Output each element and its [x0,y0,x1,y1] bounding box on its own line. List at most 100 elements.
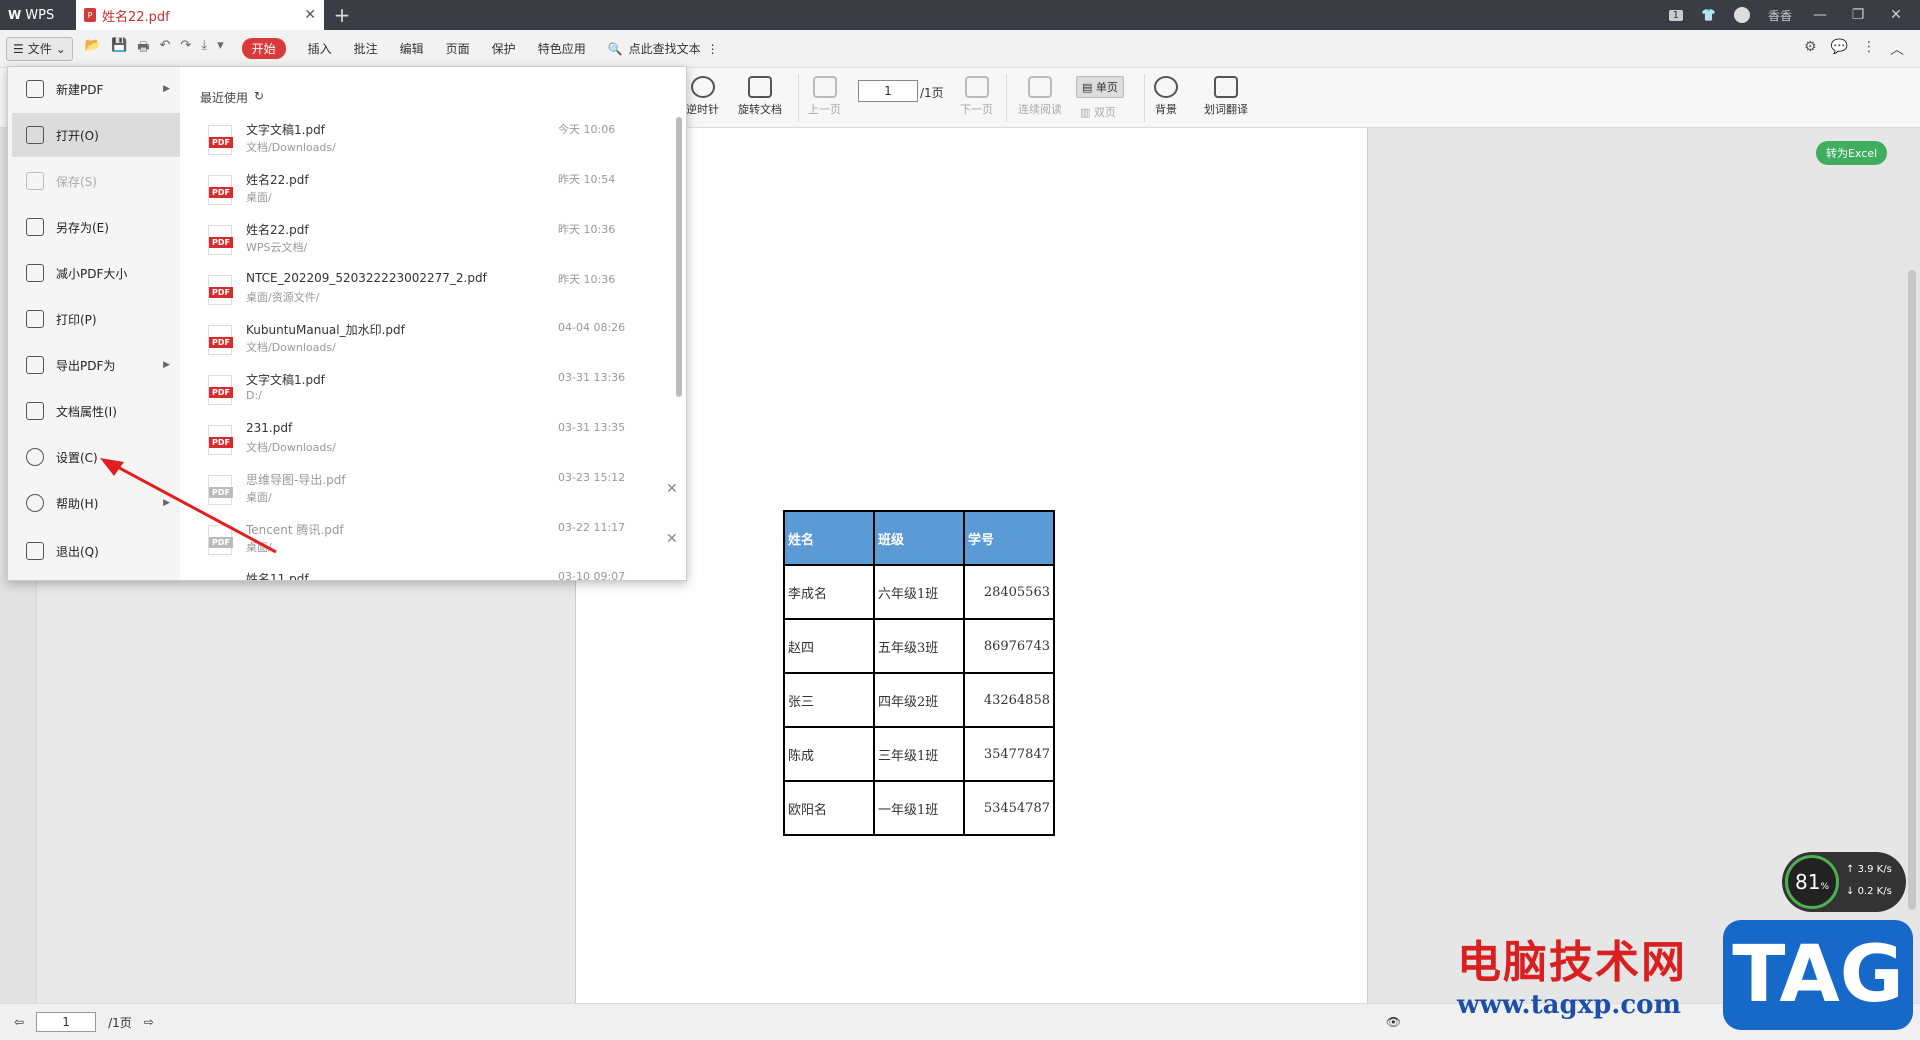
new-tab-button[interactable]: + [324,3,360,27]
download-speed-value: 0.2 [1857,886,1874,897]
undo-icon[interactable]: ↶ [160,38,171,60]
recent-file-item[interactable]: PDF Tencent 腾讯.pdf 桌面/ 03-22 11:17 ✕ [208,521,678,569]
refresh-icon[interactable]: ↻ [254,89,264,106]
rotate-ccw-icon [690,76,715,98]
table-cell: 张三 [783,672,875,728]
tab-features[interactable]: 特色应用 [538,40,586,57]
background-button[interactable]: 背景 [1154,76,1178,117]
tab-edit[interactable]: 编辑 [400,40,424,57]
pdf-file-icon: PDF [208,375,233,405]
tab-protect[interactable]: 保护 [492,40,516,57]
pdf-file-icon: PDF [208,325,233,355]
single-page-button[interactable]: ▤ 单页 [1076,76,1124,98]
tab-annotate[interactable]: 批注 [354,40,378,57]
recent-file-name: 姓名22.pdf [246,223,309,237]
minimize-icon[interactable]: — [1810,7,1830,23]
prev-page-button[interactable]: 上一页 [808,76,841,117]
pdf-icon-label: PDF [209,437,233,448]
recent-file-item[interactable]: PDF 文字文稿1.pdf D:/ 03-31 13:36 [208,371,668,419]
recent-file-item[interactable]: PDF NTCE_202209_520322223002277_2.pdf 桌面… [208,271,668,319]
recent-file-item[interactable]: 姓名11.pdf 03-10 09:07 [208,570,668,580]
eye-icon[interactable]: 👁 [1386,1015,1401,1029]
restore-icon[interactable]: ❐ [1848,7,1868,23]
recent-file-item[interactable]: PDF 文字文稿1.pdf 文档/Downloads/ 今天 10:06 [208,121,668,169]
document-scrollbar[interactable] [1908,270,1916,910]
avatar[interactable] [1733,7,1750,23]
rotate-ccw-button[interactable]: 逆时针 [686,76,719,117]
reduce-pdf-size-item[interactable]: 减小PDF大小 [12,251,180,295]
recent-file-item[interactable]: PDF 姓名22.pdf WPS云文档/ 昨天 10:36 [208,221,668,269]
print-icon [26,310,44,328]
more-chevron-icon[interactable]: ▾ [217,38,224,60]
recent-file-time: 03-31 13:36 [558,371,626,384]
recent-file-item[interactable]: PDF 姓名22.pdf 桌面/ 昨天 10:54 [208,171,668,219]
find-text-search[interactable]: 🔍 点此查找文本 ⋮ [608,40,719,57]
export-pdf-item[interactable]: 导出PDF为 ▶ [12,343,180,387]
save-item[interactable]: 保存(S) [12,159,180,203]
next-page-button[interactable]: 下一页 [960,76,993,117]
rotate-document-button[interactable]: 旋转文档 [738,76,782,117]
document-properties-item[interactable]: 文档属性(I) [12,389,180,433]
network-speed-widget[interactable]: 81% ↑ 3.9 K/s ↓ 0.2 K/s [1782,852,1906,912]
close-tab-icon[interactable]: ✕ [304,7,316,23]
redo-icon[interactable]: ↷ [180,38,191,60]
new-pdf-item[interactable]: 新建PDF ▶ [12,67,180,111]
save-icon[interactable]: 💾 [111,38,127,60]
recent-files-scrollbar[interactable] [676,117,682,397]
export-icon[interactable]: ⤓ [201,38,207,60]
table-row: 陈成 三年级1班 35477847 [783,726,1055,782]
cpu-usage-value: 81 [1794,870,1821,894]
tab-insert[interactable]: 插入 [308,40,332,57]
watermark-tag-logo: TAG [1723,920,1913,1030]
collapse-ribbon-icon[interactable]: ︿ [1890,39,1904,59]
window-count-badge[interactable]: 1 [1668,9,1684,21]
save-as-item[interactable]: 另存为(E) [12,205,180,249]
new-pdf-icon [26,80,44,98]
double-page-button[interactable]: ▥ 双页 [1080,104,1116,120]
recent-file-item[interactable]: PDF 思维导图-导出.pdf 桌面/ 03-23 15:12 ✕ [208,471,678,519]
open-item[interactable]: 打开(O) [12,113,180,157]
comment-icon[interactable]: 💬 [1831,39,1848,59]
convert-to-excel-button[interactable]: 转为Excel [1816,141,1888,165]
remove-recent-icon[interactable]: ✕ [666,531,678,547]
translate-button[interactable]: 划词翻译 [1204,76,1248,117]
table-cell: 赵四 [783,618,875,674]
status-page-input[interactable]: 1 [36,1012,97,1032]
exit-item[interactable]: 退出(Q) [12,529,180,573]
download-speed: ↓ 0.2 K/s [1846,886,1892,897]
document-tab[interactable]: P 姓名22.pdf ✕ [76,0,324,30]
settings-label: 设置(C) [56,450,98,465]
moon-icon [1154,76,1178,98]
continuous-read-button[interactable]: 连续阅读 [1018,76,1062,117]
recent-file-path: D:/ [246,389,262,402]
settings-item[interactable]: 设置(C) [12,435,180,479]
open-folder-icon[interactable]: 📂 [85,38,101,60]
file-menu-button[interactable]: ☰ 文件 ⌄ [6,36,73,61]
tab-page[interactable]: 页面 [446,40,470,57]
page-number-input[interactable]: 1 [858,80,918,102]
print-icon[interactable]: 🖶 [137,38,149,60]
next-page-icon[interactable]: ⇨ [144,1015,154,1029]
table-header: 班级 [873,510,965,566]
print-item[interactable]: 打印(P) [12,297,180,341]
pdf-icon-label: PDF [209,137,233,148]
rotate-document-label: 旋转文档 [738,103,782,116]
arrow-right-icon [964,76,989,98]
more-vertical-icon[interactable]: ⋮ [1862,39,1876,59]
submenu-arrow-icon: ▶ [163,498,170,508]
tab-start[interactable]: 开始 [241,38,286,59]
site-watermark: 电脑技术网 www.tagxp.com TAG [1447,920,1920,1040]
close-window-icon[interactable]: ✕ [1886,7,1906,23]
watermark-url: www.tagxp.com [1457,990,1682,1020]
recent-file-item[interactable]: PDF KubuntuManual_加水印.pdf 文档/Downloads/ … [208,321,668,369]
skin-icon[interactable]: 👕 [1701,8,1716,22]
remove-recent-icon[interactable]: ✕ [666,481,678,497]
pdf-icon-label: PDF [209,537,233,548]
wps-home-tab[interactable]: W WPS [0,0,76,30]
recent-file-item[interactable]: PDF 231.pdf 文档/Downloads/ 03-31 13:35 [208,421,668,469]
recent-file-name: 文字文稿1.pdf [246,123,325,137]
prev-page-icon[interactable]: ⇦ [14,1015,24,1029]
user-name[interactable]: 香香 [1768,7,1792,24]
help-item[interactable]: 帮助(H) ▶ [12,481,180,525]
gear-icon[interactable]: ⚙ [1804,39,1817,59]
